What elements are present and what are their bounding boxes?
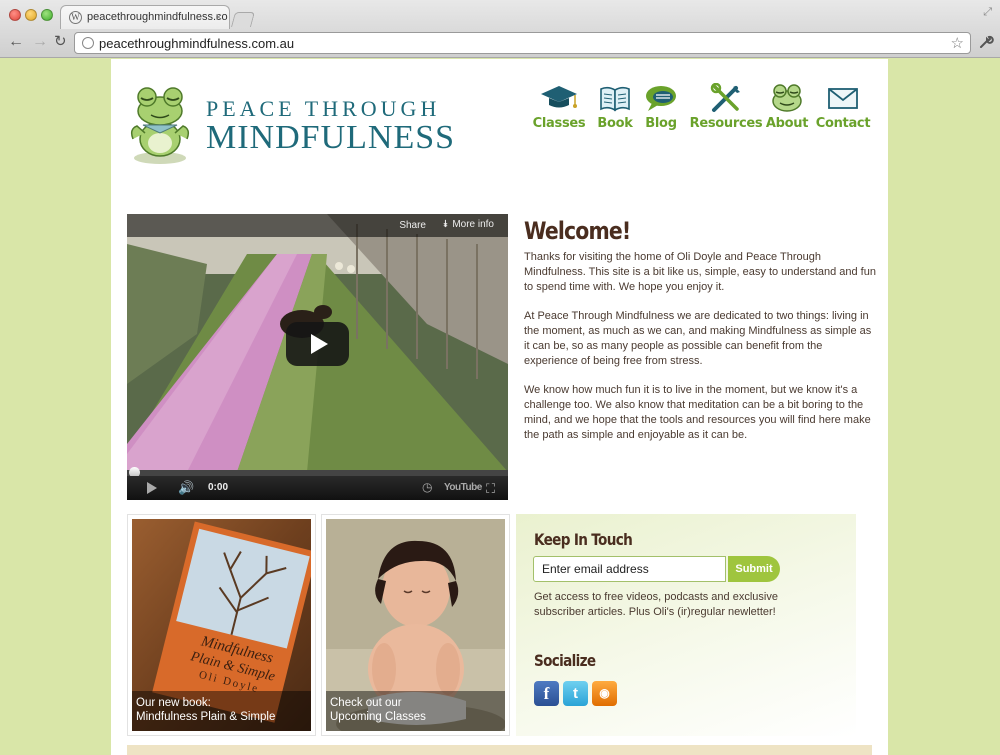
newsletter-description: Get access to free videos, podcasts and … [534,591,778,618]
nav-label-contact: Contact [815,116,871,131]
reload-button[interactable]: ↻ [54,34,67,50]
speech-bubble-icon [646,86,676,111]
keep-in-touch-panel: Keep In Touch Submit Get access to free … [516,514,856,736]
tab-close-icon[interactable]: × [215,10,222,24]
nav-label-book: Book [597,116,633,131]
book-caption-line1: Our new book: [136,697,211,709]
new-tab-button[interactable] [230,12,256,27]
window-minimize-button[interactable] [25,9,37,21]
nav-item-resources[interactable]: Resources [689,83,763,131]
main-nav: Classes Book Blog Resources About Contac… [531,83,871,143]
envelope-icon [828,88,858,109]
classes-promo-caption: Check out our Upcoming Classes [326,691,505,731]
video-player[interactable]: Share ⯯ More info 🔊 0:00 ◷ YouTube ⛶ [127,214,508,500]
frog-logo-icon[interactable] [127,81,193,167]
welcome-paragraph-1: Thanks for visiting the home of Oli Doyl… [524,251,876,293]
classes-promo[interactable]: Check out our Upcoming Classes [321,514,510,736]
address-bar[interactable]: peacethroughmindfulness.com.au ☆ [74,32,971,54]
window-close-button[interactable] [9,9,21,21]
book-promo-caption: Our new book: Mindfulness Plain & Simple [132,691,311,731]
resize-icon[interactable]: ⤢ [983,6,992,19]
watch-later-icon[interactable]: ◷ [422,480,432,494]
book-caption-line2: Mindfulness Plain & Simple [136,711,276,723]
share-button[interactable]: Share [399,220,426,231]
book-icon [600,86,630,112]
book-promo[interactable]: Mindfulness Plain & Simple Oli Doyle Our… [127,514,316,736]
graduation-cap-icon [541,86,577,108]
video-top-bar: Share ⯯ More info [127,214,508,237]
wrench-menu-icon[interactable] [979,34,994,53]
logo-text-bottom: MINDFULNESS [206,119,456,156]
frog-face-icon [772,84,802,112]
facebook-icon[interactable]: f [534,681,559,706]
nav-item-contact[interactable]: Contact [815,83,871,131]
nav-label-resources: Resources [689,116,763,131]
nav-label-classes: Classes [532,116,586,131]
back-button[interactable]: ← [8,34,24,50]
more-info-button[interactable]: ⯯ More info [442,219,494,230]
play-icon[interactable] [147,482,157,494]
chevron-down-icon: ⯯ [442,219,449,230]
forward-button[interactable]: → [32,34,48,50]
browser-chrome: W peacethroughmindfulness.co × ⤢ ← → ↻ p… [0,0,1000,58]
keep-in-touch-heading: Keep In Touch [534,530,633,549]
address-bar-url: peacethroughmindfulness.com.au [99,36,295,51]
socialize-heading: Socialize [534,651,596,670]
email-field[interactable] [533,556,726,582]
window-maximize-button[interactable] [41,9,53,21]
nav-item-about[interactable]: About [765,83,809,131]
fullscreen-icon[interactable]: ⛶ [486,481,495,497]
page-content: PEACE THROUGH MINDFULNESS Classes Book B… [111,59,888,755]
bookmark-star-icon[interactable]: ☆ [951,34,964,52]
welcome-heading: Welcome! [524,217,631,245]
browser-tab[interactable]: W peacethroughmindfulness.co × [60,5,230,29]
wordpress-favicon-icon: W [69,11,82,24]
twitter-icon[interactable]: t [563,681,588,706]
footer-band [127,745,872,755]
classes-caption-line2: Upcoming Classes [330,711,426,723]
time-display: 0:00 [208,482,229,493]
nav-label-about: About [765,116,809,131]
more-info-label: More info [452,219,494,230]
volume-icon[interactable]: 🔊 [178,480,194,496]
tab-title: peacethroughmindfulness.co [87,11,228,23]
welcome-paragraph-2: At Peace Through Mindfulness we are dedi… [524,310,872,367]
play-overlay-button[interactable] [286,322,349,366]
tools-icon [710,83,740,112]
globe-icon [82,37,94,49]
video-controls: 🔊 0:00 ◷ YouTube ⛶ [127,476,508,500]
welcome-paragraph-3: We know how much fun it is to live in th… [524,384,871,441]
nav-item-book[interactable]: Book [593,83,637,131]
nav-item-classes[interactable]: Classes [531,83,587,131]
rss-icon[interactable]: ◉ [592,681,617,706]
classes-caption-line1: Check out our [330,697,402,709]
nav-label-blog: Blog [645,116,677,131]
nav-item-blog[interactable]: Blog [639,83,683,131]
submit-button[interactable]: Submit [728,556,780,582]
youtube-logo[interactable]: YouTube [444,482,482,493]
